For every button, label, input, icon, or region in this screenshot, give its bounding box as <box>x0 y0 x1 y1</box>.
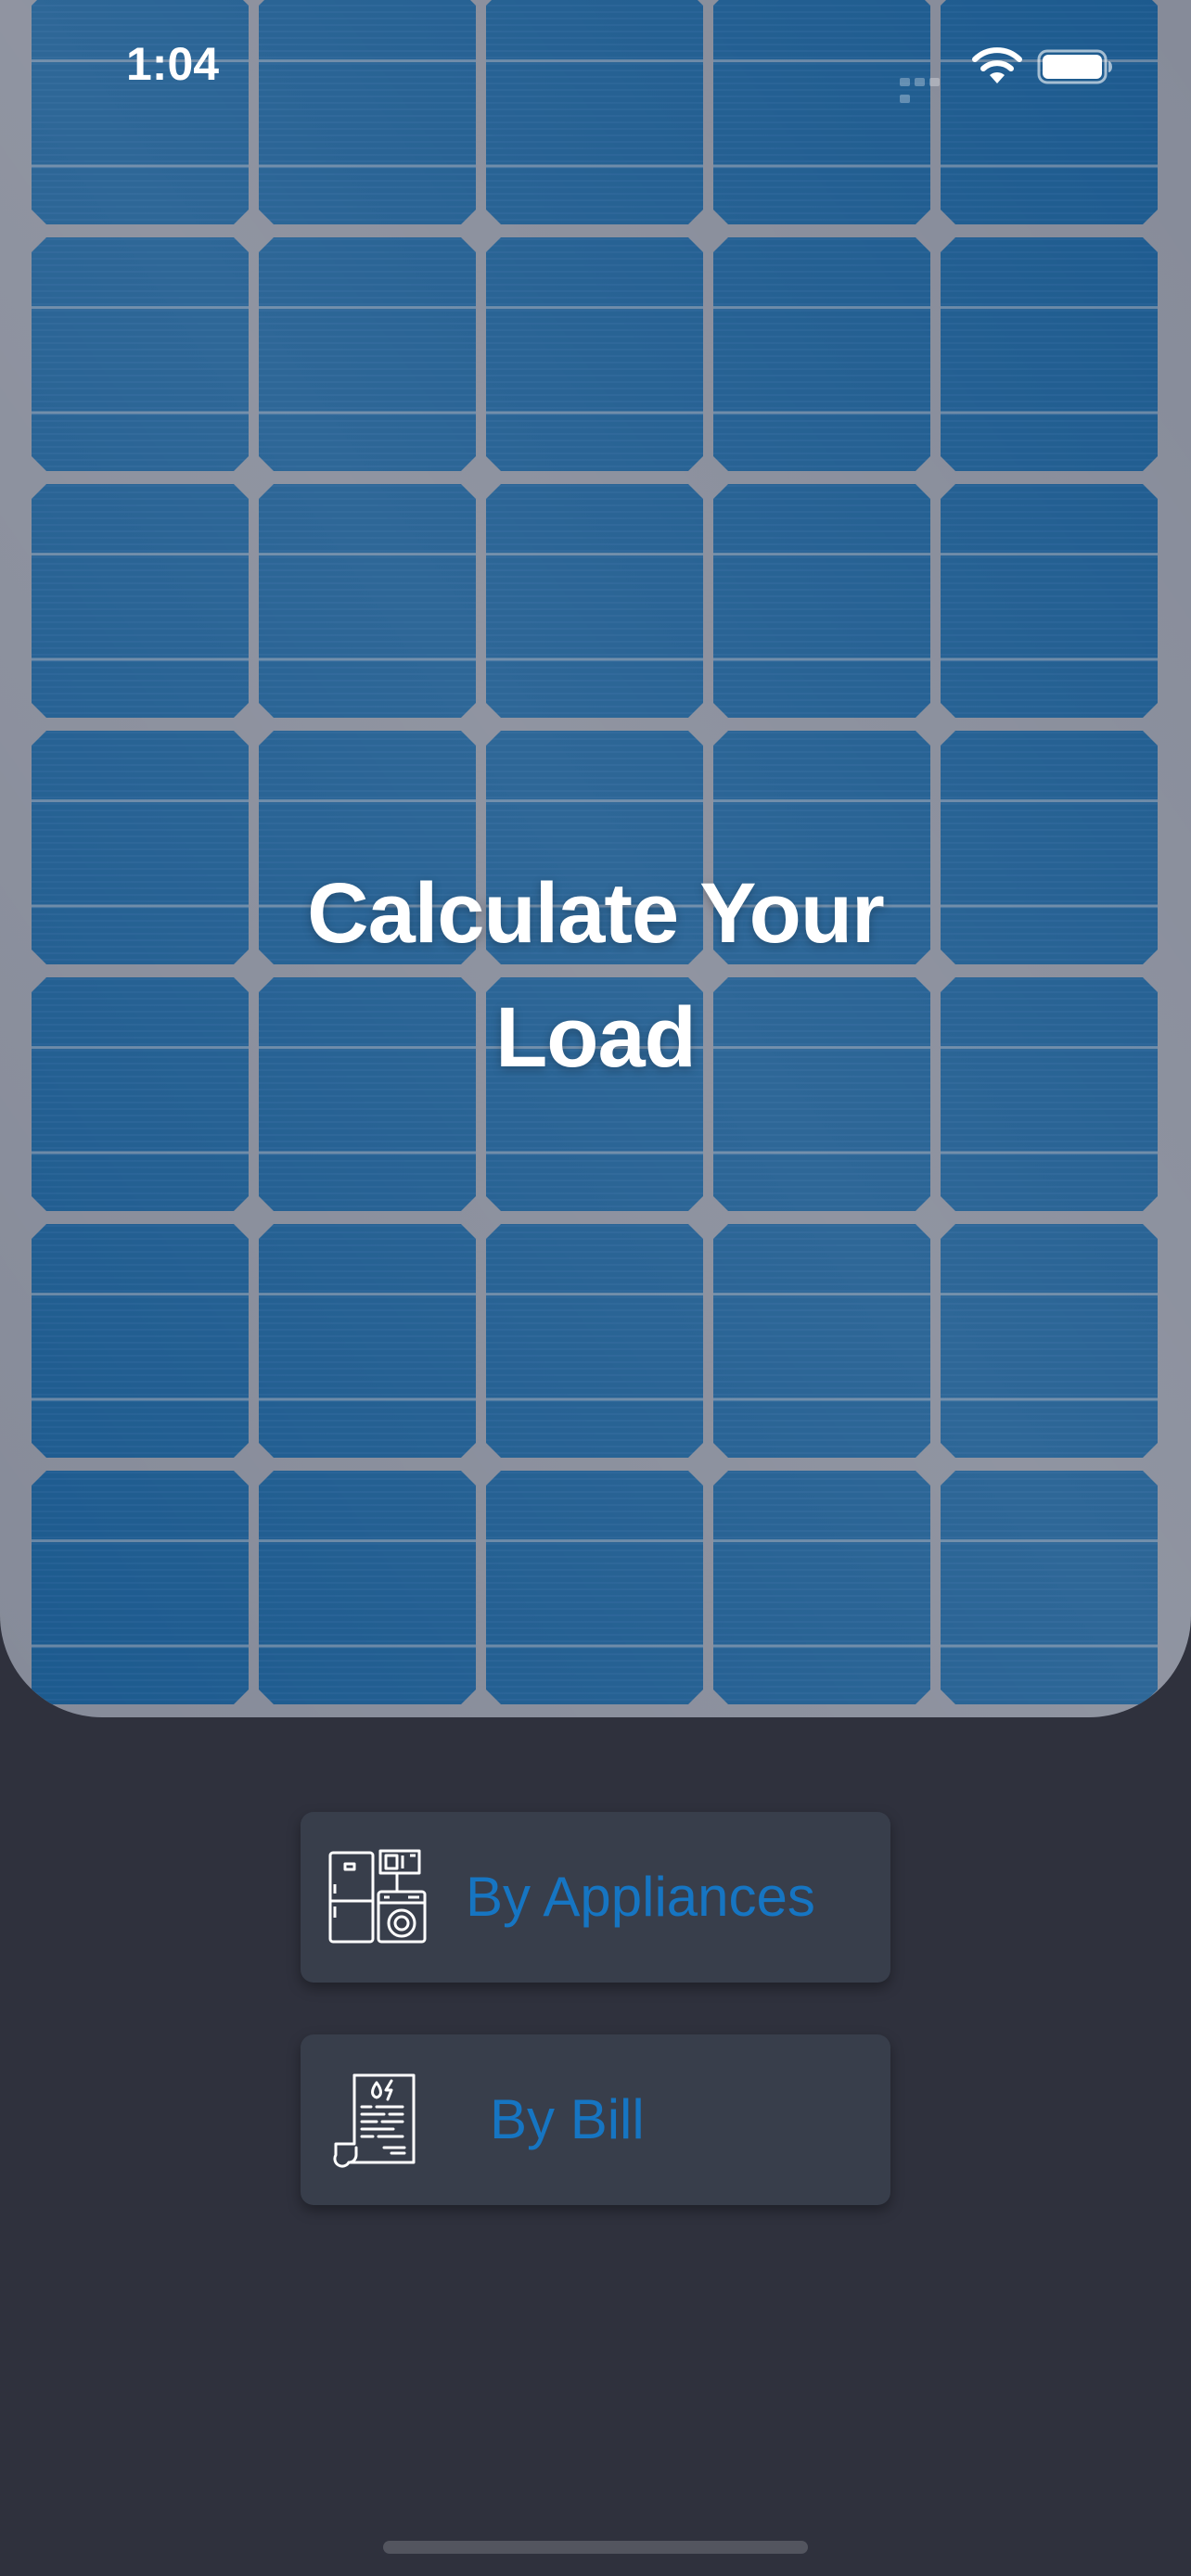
bill-receipt-icon <box>333 2073 416 2168</box>
home-indicator <box>383 2541 808 2554</box>
cellular-signal-icon <box>900 74 957 103</box>
battery-icon <box>1037 49 1112 84</box>
by-bill-label: By Bill <box>490 2088 645 2150</box>
status-bar: 1:04 <box>0 0 1191 130</box>
hero-title: Calculate Your Load <box>0 851 1191 1100</box>
by-appliances-button[interactable]: By Appliances <box>301 1812 890 1983</box>
screen: Calculate Your Load 1:04 By Appliances B… <box>0 0 1191 2576</box>
by-bill-button[interactable]: By Bill <box>301 2034 890 2205</box>
hero-title-line-2: Load <box>495 990 697 1085</box>
hero-banner: Calculate Your Load <box>0 0 1191 1717</box>
status-time: 1:04 <box>126 38 220 90</box>
wifi-icon <box>972 47 1022 83</box>
hero-title-line-1: Calculate Your <box>307 866 885 961</box>
appliances-icon <box>328 1849 427 1944</box>
by-appliances-label: By Appliances <box>466 1866 815 1928</box>
